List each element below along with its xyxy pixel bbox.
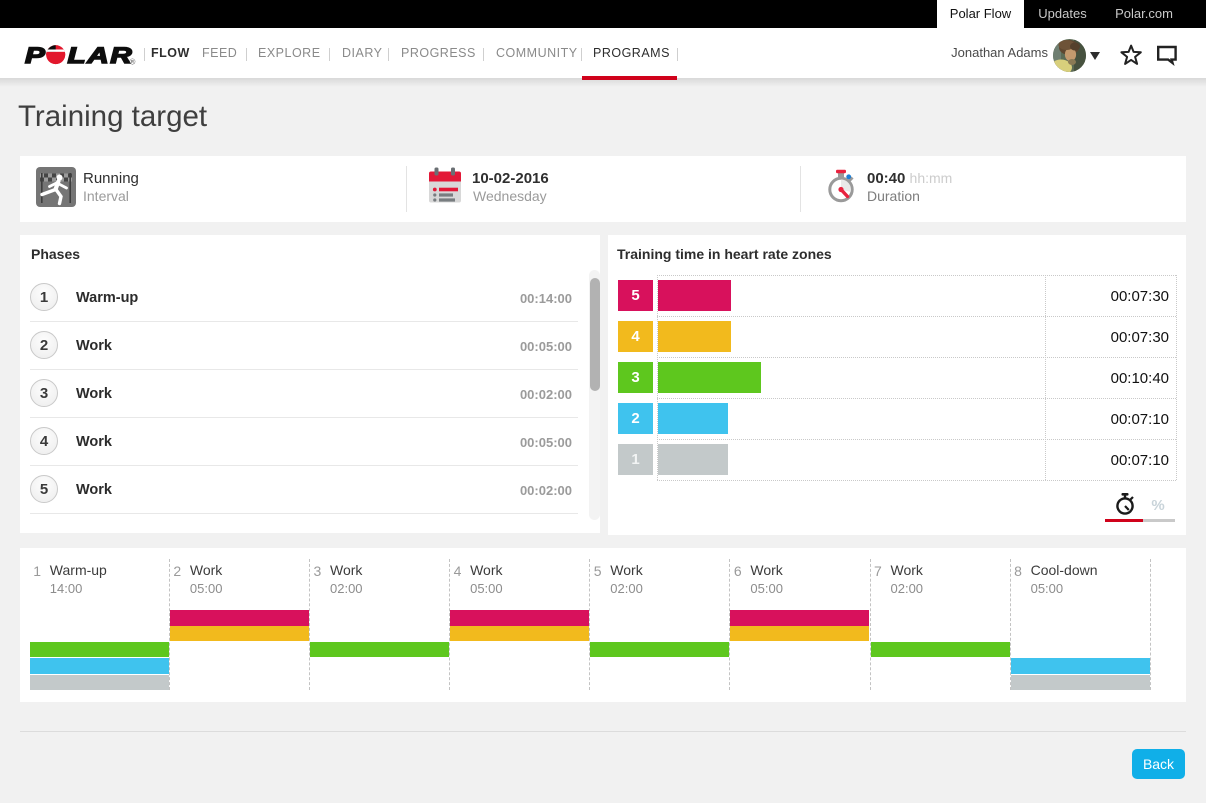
svg-text:®: ®: [130, 58, 136, 67]
svg-text:P: P: [25, 43, 45, 68]
svg-text:LAR: LAR: [68, 43, 134, 68]
